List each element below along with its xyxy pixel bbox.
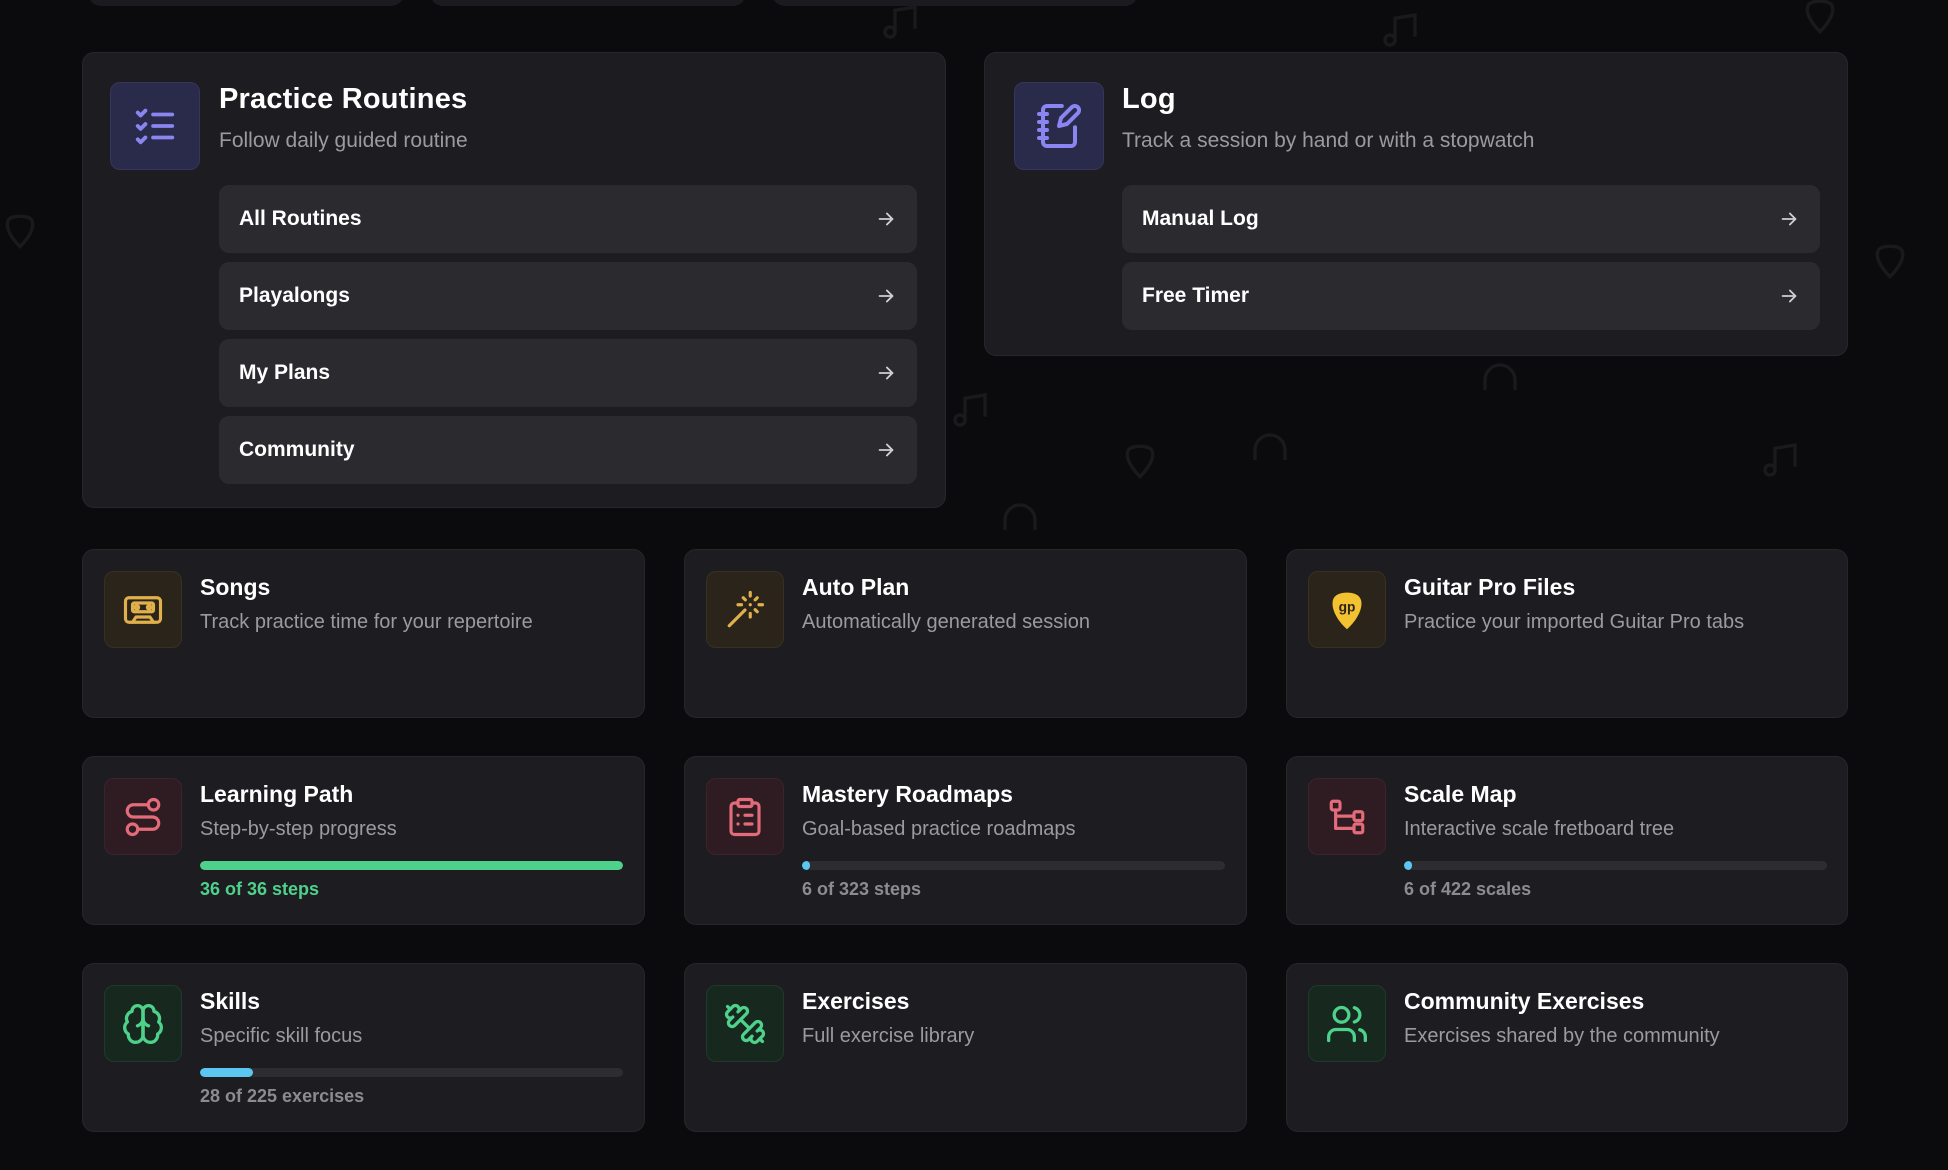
arrow-right-icon	[1781, 212, 1797, 226]
headphones-icon	[1483, 363, 1517, 390]
exercises-tile[interactable]: Exercises Full exercise library	[684, 963, 1247, 1132]
log-card: Log Track a session by hand or with a st…	[984, 52, 1848, 356]
top-nav-pill[interactable]	[430, 0, 746, 6]
progress-fill	[1404, 861, 1412, 870]
link-label: Community	[239, 438, 355, 461]
music-note-icon	[953, 393, 987, 427]
link-label: Playalongs	[239, 284, 350, 307]
tile-subtitle: Goal-based practice roadmaps	[802, 818, 1076, 840]
arrow-right-icon	[878, 212, 894, 226]
progress-fill	[802, 861, 810, 870]
tree-icon	[1308, 778, 1386, 855]
guitar-pick-icon	[1125, 444, 1155, 480]
progress-text: 28 of 225 exercises	[200, 1086, 365, 1106]
progress-text: 6 of 422 scales	[1404, 879, 1532, 899]
dumbbell-icon	[706, 985, 784, 1062]
tile-subtitle: Practice your imported Guitar Pro tabs	[1404, 611, 1745, 633]
checklist-icon	[110, 82, 200, 170]
top-nav-pill[interactable]	[88, 0, 404, 6]
progress-bar	[802, 861, 1225, 870]
skills-tile[interactable]: Skills Specific skill focus 28 of 225 ex…	[82, 963, 645, 1132]
users-icon	[1308, 985, 1386, 1062]
tile-subtitle: Full exercise library	[802, 1025, 975, 1047]
all-routines-link[interactable]: All Routines	[219, 185, 917, 253]
community-link[interactable]: Community	[219, 416, 917, 484]
playalongs-link[interactable]: Playalongs	[219, 262, 917, 330]
scale-map-tile[interactable]: Scale Map Interactive scale fretboard tr…	[1286, 756, 1848, 925]
my-plans-link[interactable]: My Plans	[219, 339, 917, 407]
tile-title: Guitar Pro Files	[1404, 574, 1576, 600]
tile-title: Exercises	[802, 988, 910, 1014]
music-note-icon	[1383, 13, 1417, 47]
music-note-icon	[1763, 443, 1797, 477]
tile-title: Learning Path	[200, 781, 354, 807]
free-timer-link[interactable]: Free Timer	[1122, 262, 1820, 330]
route-icon	[104, 778, 182, 855]
guitar-pick-icon	[5, 214, 35, 250]
tile-title: Songs	[200, 574, 271, 600]
brain-icon	[104, 985, 182, 1062]
tile-title: Skills	[200, 988, 261, 1014]
gp-badge: gp	[1339, 599, 1356, 614]
mastery-roadmaps-tile[interactable]: Mastery Roadmaps Goal-based practice roa…	[684, 756, 1247, 925]
link-label: All Routines	[239, 207, 362, 230]
cassette-icon	[104, 571, 182, 648]
tile-subtitle: Interactive scale fretboard tree	[1404, 818, 1675, 840]
progress-text: 6 of 323 steps	[802, 879, 922, 899]
magic-wand-icon	[706, 571, 784, 648]
headphones-icon	[1003, 503, 1037, 530]
tile-subtitle: Specific skill focus	[200, 1025, 363, 1047]
guitar-pick-icon	[1875, 244, 1905, 280]
auto-plan-tile[interactable]: Auto Plan Automatically generated sessio…	[684, 549, 1247, 718]
progress-text: 36 of 36 steps	[200, 879, 320, 899]
practice-routines-card: Practice Routines Follow daily guided ro…	[82, 52, 946, 508]
notebook-pen-icon	[1014, 82, 1104, 170]
tile-subtitle: Exercises shared by the community	[1404, 1025, 1720, 1047]
progress-fill	[200, 861, 623, 870]
headphones-icon	[1253, 433, 1287, 460]
progress-bar	[200, 861, 623, 870]
progress-bar	[200, 1068, 623, 1077]
tile-subtitle: Step-by-step progress	[200, 818, 397, 840]
guitar-pick-icon	[1805, 0, 1835, 35]
arrow-right-icon	[878, 366, 894, 380]
music-note-icon	[883, 5, 917, 39]
tile-subtitle: Automatically generated session	[802, 611, 1090, 633]
link-label: My Plans	[239, 361, 331, 384]
arrow-right-icon	[878, 443, 894, 457]
manual-log-link[interactable]: Manual Log	[1122, 185, 1820, 253]
arrow-right-icon	[878, 289, 894, 303]
card-subtitle: Follow daily guided routine	[219, 129, 468, 152]
guitar-pick-icon: gp	[1308, 571, 1386, 648]
tile-title: Mastery Roadmaps	[802, 781, 1013, 807]
tile-title: Auto Plan	[802, 574, 910, 600]
card-title: Practice Routines	[219, 83, 468, 115]
tile-title: Scale Map	[1404, 781, 1517, 807]
top-nav-pill[interactable]	[772, 0, 1138, 6]
tile-title: Community Exercises	[1404, 988, 1645, 1014]
progress-bar	[1404, 861, 1827, 870]
community-exercises-tile[interactable]: Community Exercises Exercises shared by …	[1286, 963, 1848, 1132]
card-subtitle: Track a session by hand or with a stopwa…	[1122, 129, 1535, 152]
songs-tile[interactable]: Songs Track practice time for your reper…	[82, 549, 645, 718]
link-label: Free Timer	[1142, 284, 1249, 307]
learning-path-tile[interactable]: Learning Path Step-by-step progress 36 o…	[82, 756, 645, 925]
link-label: Manual Log	[1142, 207, 1259, 230]
progress-fill	[200, 1068, 253, 1077]
tile-subtitle: Track practice time for your repertoire	[200, 611, 533, 633]
card-title: Log	[1122, 83, 1176, 115]
arrow-right-icon	[1781, 289, 1797, 303]
clipboard-list-icon	[706, 778, 784, 855]
guitar-pro-files-tile[interactable]: gp Guitar Pro Files Practice your import…	[1286, 549, 1848, 718]
